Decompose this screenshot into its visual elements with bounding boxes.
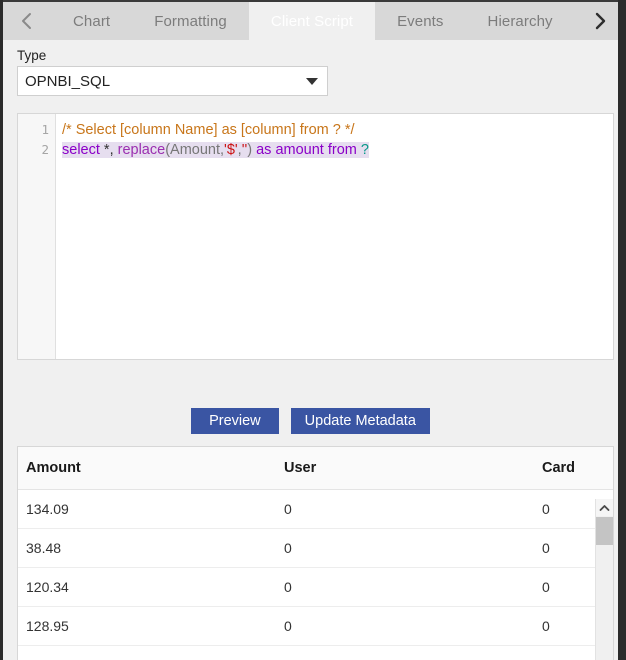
tab-label: Events <box>397 12 444 30</box>
cell-user: 0 <box>276 528 534 568</box>
cell-amount: 134.09 <box>18 489 276 529</box>
type-select[interactable]: OPNBI_SQL <box>17 66 328 96</box>
tab-label: Client Script <box>270 12 354 30</box>
code-token-comment: /* Select [column Name] as [column] from… <box>62 122 355 138</box>
line-number: 2 <box>41 142 49 157</box>
cell-amount: 120.34 <box>18 567 276 607</box>
table-row[interactable]: 134.09 0 0 <box>18 489 613 529</box>
code-token-star: * <box>99 142 110 158</box>
scroll-up-button[interactable] <box>596 499 613 516</box>
tab-label: Formatting <box>154 12 227 30</box>
column-header-amount[interactable]: Amount <box>18 447 276 490</box>
scrollbar-thumb[interactable] <box>596 517 613 545</box>
tabs-scroll-left-button[interactable] <box>3 2 51 40</box>
code-line-2: select *, replace(Amount,'$','') as amou… <box>62 140 613 160</box>
cell-amount: 128.95 <box>18 606 276 646</box>
tabs-scroll-right-button[interactable] <box>574 2 618 40</box>
preview-button[interactable]: Preview <box>191 408 279 434</box>
tab-label: Chart <box>73 12 111 30</box>
line-number: 1 <box>41 122 49 137</box>
tab-bar: Chart Formatting Client Script Events Hi… <box>3 0 618 40</box>
editor-line-number-gutter: 1 2 <box>18 114 56 359</box>
tab-events[interactable]: Events <box>375 2 466 40</box>
cell-user: 0 <box>276 567 534 607</box>
chevron-up-icon <box>599 499 610 517</box>
client-script-panel: Chart Formatting Client Script Events Hi… <box>0 0 626 660</box>
tab-formatting[interactable]: Formatting <box>132 2 249 40</box>
code-token-function: replace <box>117 142 166 158</box>
type-field-label: Type <box>17 48 47 63</box>
chevron-left-icon <box>19 10 35 32</box>
result-grid-header: Amount User Card <box>18 447 613 490</box>
preview-result-table: Amount User Card 134.09 0 0 38.48 0 0 12… <box>17 446 614 660</box>
cell-amount: 104.71 <box>18 645 276 660</box>
update-metadata-button[interactable]: Update Metadata <box>290 408 430 434</box>
code-token-keyword-select: select <box>62 142 100 158</box>
code-token-comma: , <box>109 142 118 158</box>
code-token-identifier: Amount <box>170 142 221 158</box>
chevron-right-icon <box>591 9 609 33</box>
panel-content: Type OPNBI_SQL 1 2 /* Select [column Nam… <box>3 40 618 660</box>
sql-code-editor[interactable]: 1 2 /* Select [column Name] as [column] … <box>17 113 614 360</box>
cell-amount: 38.48 <box>18 528 276 568</box>
cell-user: 0 <box>276 606 534 646</box>
code-token-string-dollar: '$' <box>224 142 238 158</box>
cell-user: 0 <box>276 645 534 660</box>
code-token-parameter: ? <box>360 142 369 158</box>
code-line-2-selection: select *, replace(Amount,'$','') as amou… <box>62 142 369 158</box>
code-line-1: /* Select [column Name] as [column] from… <box>62 120 613 140</box>
table-row[interactable]: 120.34 0 0 <box>18 567 613 607</box>
code-token-keyword-as-from: as amount from <box>252 142 361 158</box>
table-row[interactable]: 128.95 0 0 <box>18 606 613 646</box>
result-grid-body: 134.09 0 0 38.48 0 0 120.34 0 0 128.95 0… <box>18 489 613 660</box>
editor-action-buttons: Preview Update Metadata <box>3 408 618 434</box>
cell-user: 0 <box>276 489 534 529</box>
result-grid: Amount User Card 134.09 0 0 38.48 0 0 12… <box>18 447 613 660</box>
tab-chart[interactable]: Chart <box>51 2 133 40</box>
column-header-card[interactable]: Card <box>534 447 613 490</box>
tab-label: Hierarchy <box>487 12 553 30</box>
result-table-vertical-scrollbar[interactable] <box>595 499 613 660</box>
column-header-user[interactable]: User <box>276 447 534 490</box>
editor-code-area[interactable]: /* Select [column Name] as [column] from… <box>56 114 613 359</box>
table-row[interactable]: 38.48 0 0 <box>18 528 613 568</box>
tab-client-script[interactable]: Client Script <box>248 2 376 40</box>
type-select-value: OPNBI_SQL <box>25 72 111 90</box>
chevron-down-icon <box>297 76 327 86</box>
tab-hierarchy[interactable]: Hierarchy <box>465 2 575 40</box>
table-header-row: Amount User Card <box>18 447 613 490</box>
table-row[interactable]: 104.71 0 0 <box>18 645 613 660</box>
